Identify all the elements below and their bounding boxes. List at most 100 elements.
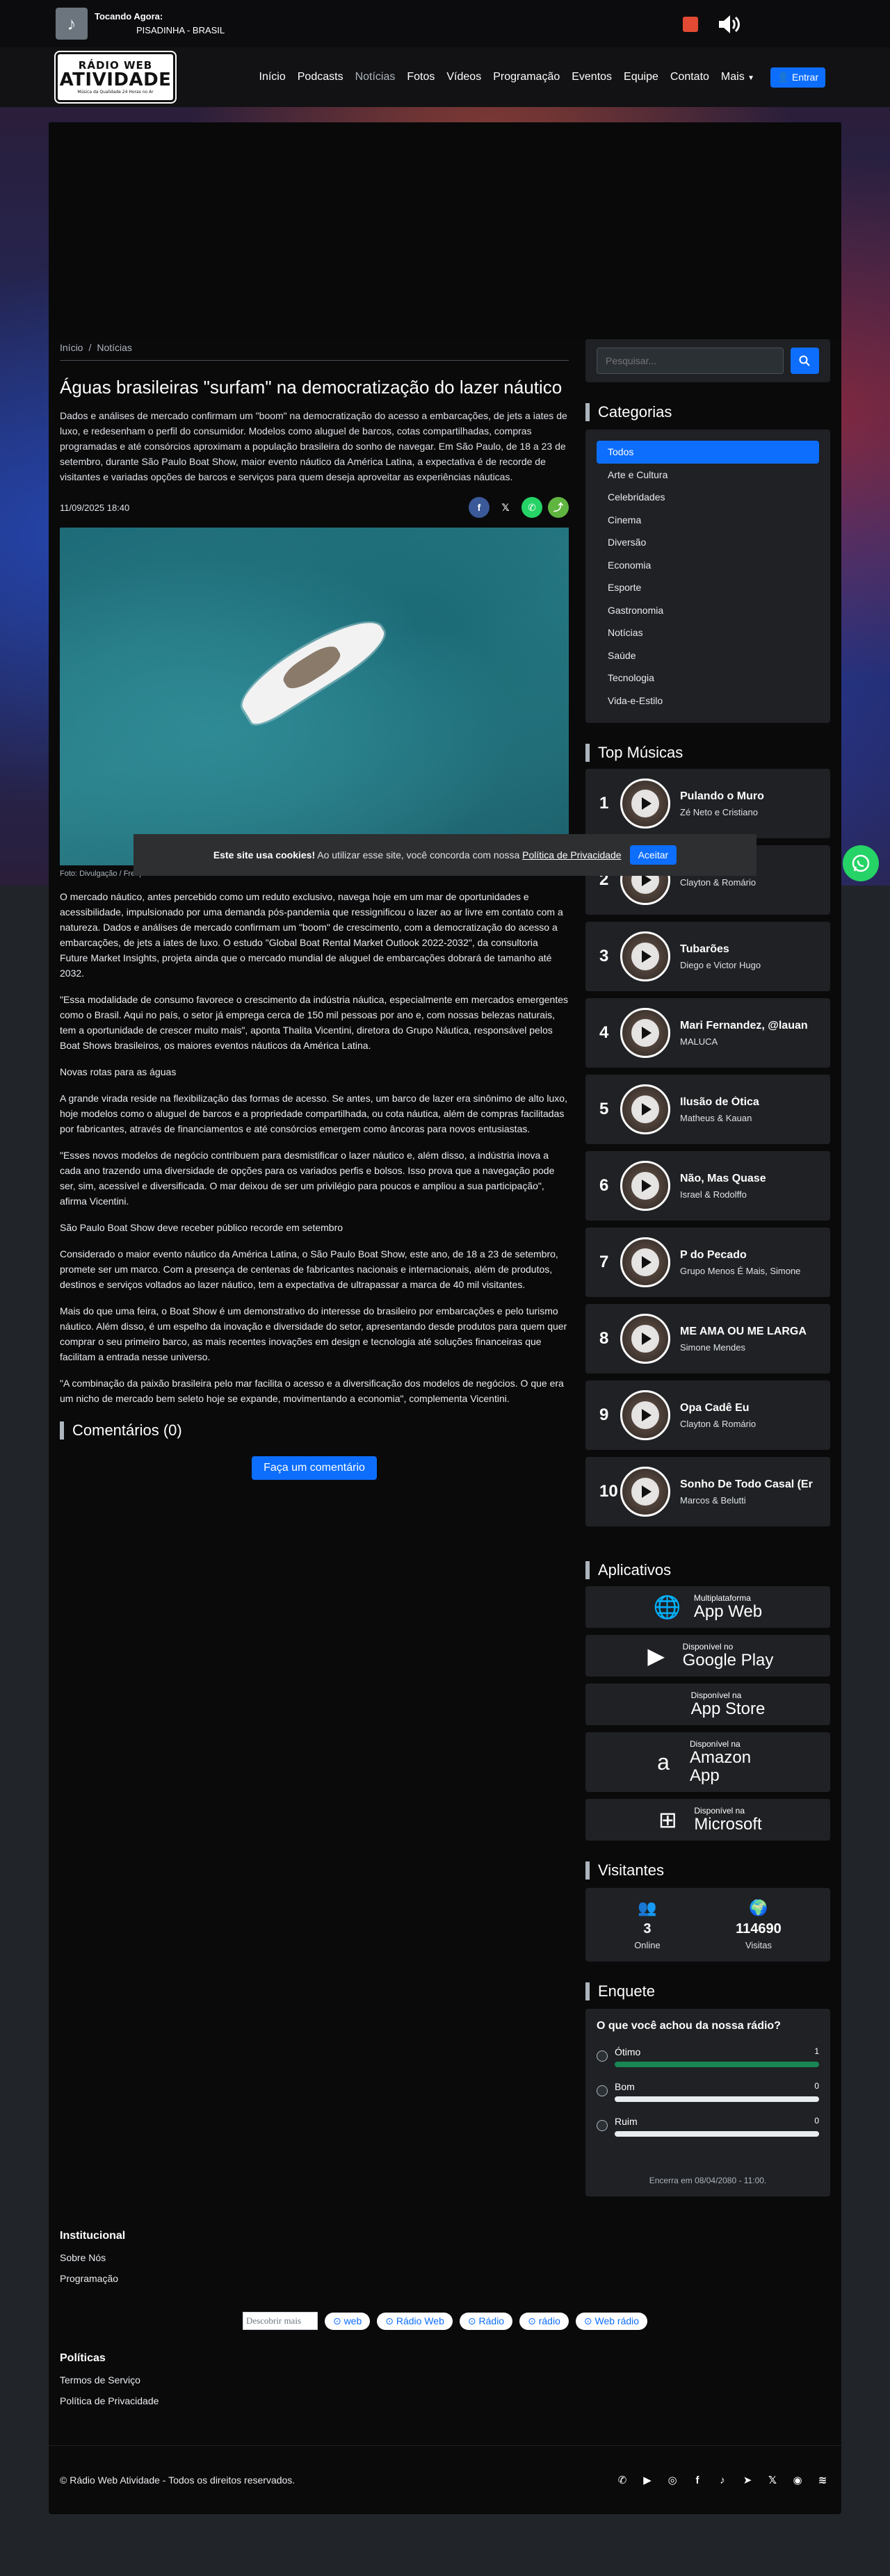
music-item[interactable]: 1 Pulando o Muro Zé Neto e Cristiano (585, 769, 830, 838)
youtube-icon[interactable]: ▶ (640, 2472, 655, 2488)
nav-equipe[interactable]: Equipe (618, 71, 665, 83)
amazon-app-button[interactable]: a Disponível na Amazon App (585, 1732, 830, 1792)
music-rank: 4 (599, 1023, 609, 1042)
whatsapp-icon (852, 854, 870, 872)
tag-link[interactable]: ⊙ rádio (519, 2312, 569, 2330)
nav-podcasts[interactable]: Podcasts (291, 71, 349, 83)
nav-contato[interactable]: Contato (664, 71, 715, 83)
music-item[interactable]: 5 Ilusão de Ótica Matheus & Kauan (585, 1075, 830, 1144)
nav-mais[interactable]: Mais ▼ (715, 71, 760, 83)
share-icons: f 𝕏 ✆ ⤴ (469, 497, 569, 518)
nav-links: Início Podcasts Notícias Fotos Vídeos Pr… (253, 71, 761, 83)
category-item[interactable]: Economia (597, 554, 819, 577)
search-button[interactable] (790, 348, 819, 374)
volume-icon[interactable] (718, 14, 741, 35)
nav-noticias[interactable]: Notícias (349, 71, 401, 83)
poll-option[interactable]: Bom 0 (597, 2081, 819, 2102)
play-button[interactable] (631, 943, 659, 970)
play-store-icon: ▶ (647, 1643, 665, 1668)
privacy-policy-link[interactable]: Política de Privacidade (522, 849, 621, 861)
music-item[interactable]: 10 Sonho De Todo Casal (Er Marcos & Belutt… (585, 1457, 830, 1526)
breadcrumb-current[interactable]: Notícias (97, 342, 132, 353)
visitors-section: Visitantes 👥 3 Online 🌍 114690 Visitas (585, 1861, 830, 1962)
breadcrumb-home[interactable]: Início (60, 342, 83, 353)
tag-link[interactable]: ⊙ Rádio Web (377, 2312, 453, 2330)
spotify-icon[interactable]: ≋ (815, 2472, 830, 2488)
share-icon[interactable]: ⤴ (548, 497, 569, 518)
telegram-icon[interactable]: ➤ (740, 2472, 755, 2488)
poll-radio[interactable] (597, 2051, 608, 2062)
music-item[interactable]: 9 Opa Cadê Eu Clayton & Romário (585, 1380, 830, 1450)
tags-search[interactable]: Descobrir mais (242, 2312, 318, 2330)
whatsapp-float-button[interactable] (843, 845, 879, 881)
category-item[interactable]: Notícias (597, 621, 819, 644)
music-item[interactable]: 8 ME AMA OU ME LARGA Simone Mendes (585, 1304, 830, 1373)
footer-link[interactable]: Termos de Serviço (60, 2374, 830, 2386)
category-item[interactable]: Saúde (597, 644, 819, 667)
play-button[interactable] (631, 1401, 659, 1429)
category-item[interactable]: Arte e Cultura (597, 464, 819, 487)
tag-link[interactable]: ⊙ Web rádio (575, 2312, 648, 2330)
add-comment-button[interactable]: Faça um comentário (252, 1456, 377, 1480)
search-box (585, 339, 830, 382)
tiktok-icon[interactable]: ♪ (715, 2472, 730, 2488)
album-cover (620, 1161, 670, 1211)
facebook-icon[interactable]: f (690, 2472, 705, 2488)
nav-videos[interactable]: Vídeos (441, 71, 487, 83)
stop-button[interactable] (683, 17, 698, 32)
category-item[interactable]: Diversão (597, 531, 819, 554)
poll-radio[interactable] (597, 2120, 608, 2131)
music-item[interactable]: 7 P do Pecado Grupo Menos É Mais, Simone (585, 1228, 830, 1297)
whatsapp-icon[interactable]: ✆ (615, 2472, 630, 2488)
nav-fotos[interactable]: Fotos (401, 71, 441, 83)
category-item[interactable]: Todos (597, 441, 819, 464)
discord-icon[interactable]: ◉ (790, 2472, 805, 2488)
whatsapp-share-icon[interactable]: ✆ (521, 497, 542, 518)
category-item[interactable]: Esporte (597, 576, 819, 599)
play-button[interactable] (631, 1019, 659, 1047)
play-button[interactable] (631, 1095, 659, 1123)
play-icon (642, 1332, 652, 1345)
x-icon[interactable]: 𝕏 (765, 2472, 780, 2488)
category-item[interactable]: Tecnologia (597, 667, 819, 690)
instagram-icon[interactable]: ◎ (665, 2472, 680, 2488)
music-item[interactable]: 6 Não, Mas Quase Israel & Rodolffo (585, 1151, 830, 1221)
search-input[interactable] (597, 348, 784, 374)
poll-option[interactable]: Ruim 0 (597, 2116, 819, 2137)
site-logo[interactable]: RÁDIO WEB ATIVIDADE Música da Qualidade … (54, 51, 177, 104)
music-item[interactable]: 3 Tubarões Diego e Victor Hugo (585, 922, 830, 991)
play-button[interactable] (631, 1248, 659, 1276)
music-artist: Grupo Menos É Mais, Simone (680, 1265, 801, 1276)
play-button[interactable] (631, 790, 659, 817)
facebook-share-icon[interactable]: f (469, 497, 490, 518)
poll-option[interactable]: Ótimo 1 (597, 2046, 819, 2067)
category-item[interactable]: Cinema (597, 509, 819, 532)
footer-link[interactable]: Sobre Nós (60, 2252, 830, 2263)
music-artist: Clayton & Romário (680, 877, 756, 888)
accept-cookies-button[interactable]: Aceitar (629, 845, 677, 865)
music-item[interactable]: 4 Mari Fernandez, @lauan MALUCA (585, 998, 830, 1068)
x-share-icon[interactable]: 𝕏 (495, 497, 516, 518)
nav-inicio[interactable]: Início (253, 71, 291, 83)
tag-link[interactable]: ⊙ Rádio (459, 2312, 513, 2330)
microsoft-button[interactable]: ⊞ Disponível na Microsoft (585, 1799, 830, 1841)
footer-link[interactable]: Programação (60, 2273, 830, 2284)
play-button[interactable] (631, 1325, 659, 1353)
poll-radio[interactable] (597, 2085, 608, 2096)
tag-link[interactable]: ⊙ web (324, 2312, 371, 2330)
google-play-button[interactable]: ▶ Disponível no Google Play (585, 1635, 830, 1677)
category-item[interactable]: Vida-e-Estilo (597, 690, 819, 712)
login-button[interactable]: 👤 Entrar (770, 67, 826, 88)
play-button[interactable] (631, 1172, 659, 1200)
footer-link[interactable]: Política de Privacidade (60, 2395, 830, 2406)
category-item[interactable]: Gastronomia (597, 599, 819, 622)
globe-icon: 🌐 (653, 1595, 681, 1620)
nav-eventos[interactable]: Eventos (566, 71, 618, 83)
app-web-button[interactable]: 🌐 Multiplataforma App Web (585, 1586, 830, 1628)
nav-programacao[interactable]: Programação (487, 71, 566, 83)
category-item[interactable]: Celebridades (597, 486, 819, 509)
music-artist: Zé Neto e Cristiano (680, 806, 758, 817)
categories-section: Categorias Todos Arte e Cultura Celebrid… (585, 403, 830, 723)
play-button[interactable] (631, 1478, 659, 1506)
app-store-button[interactable]: Disponível na App Store (585, 1684, 830, 1725)
